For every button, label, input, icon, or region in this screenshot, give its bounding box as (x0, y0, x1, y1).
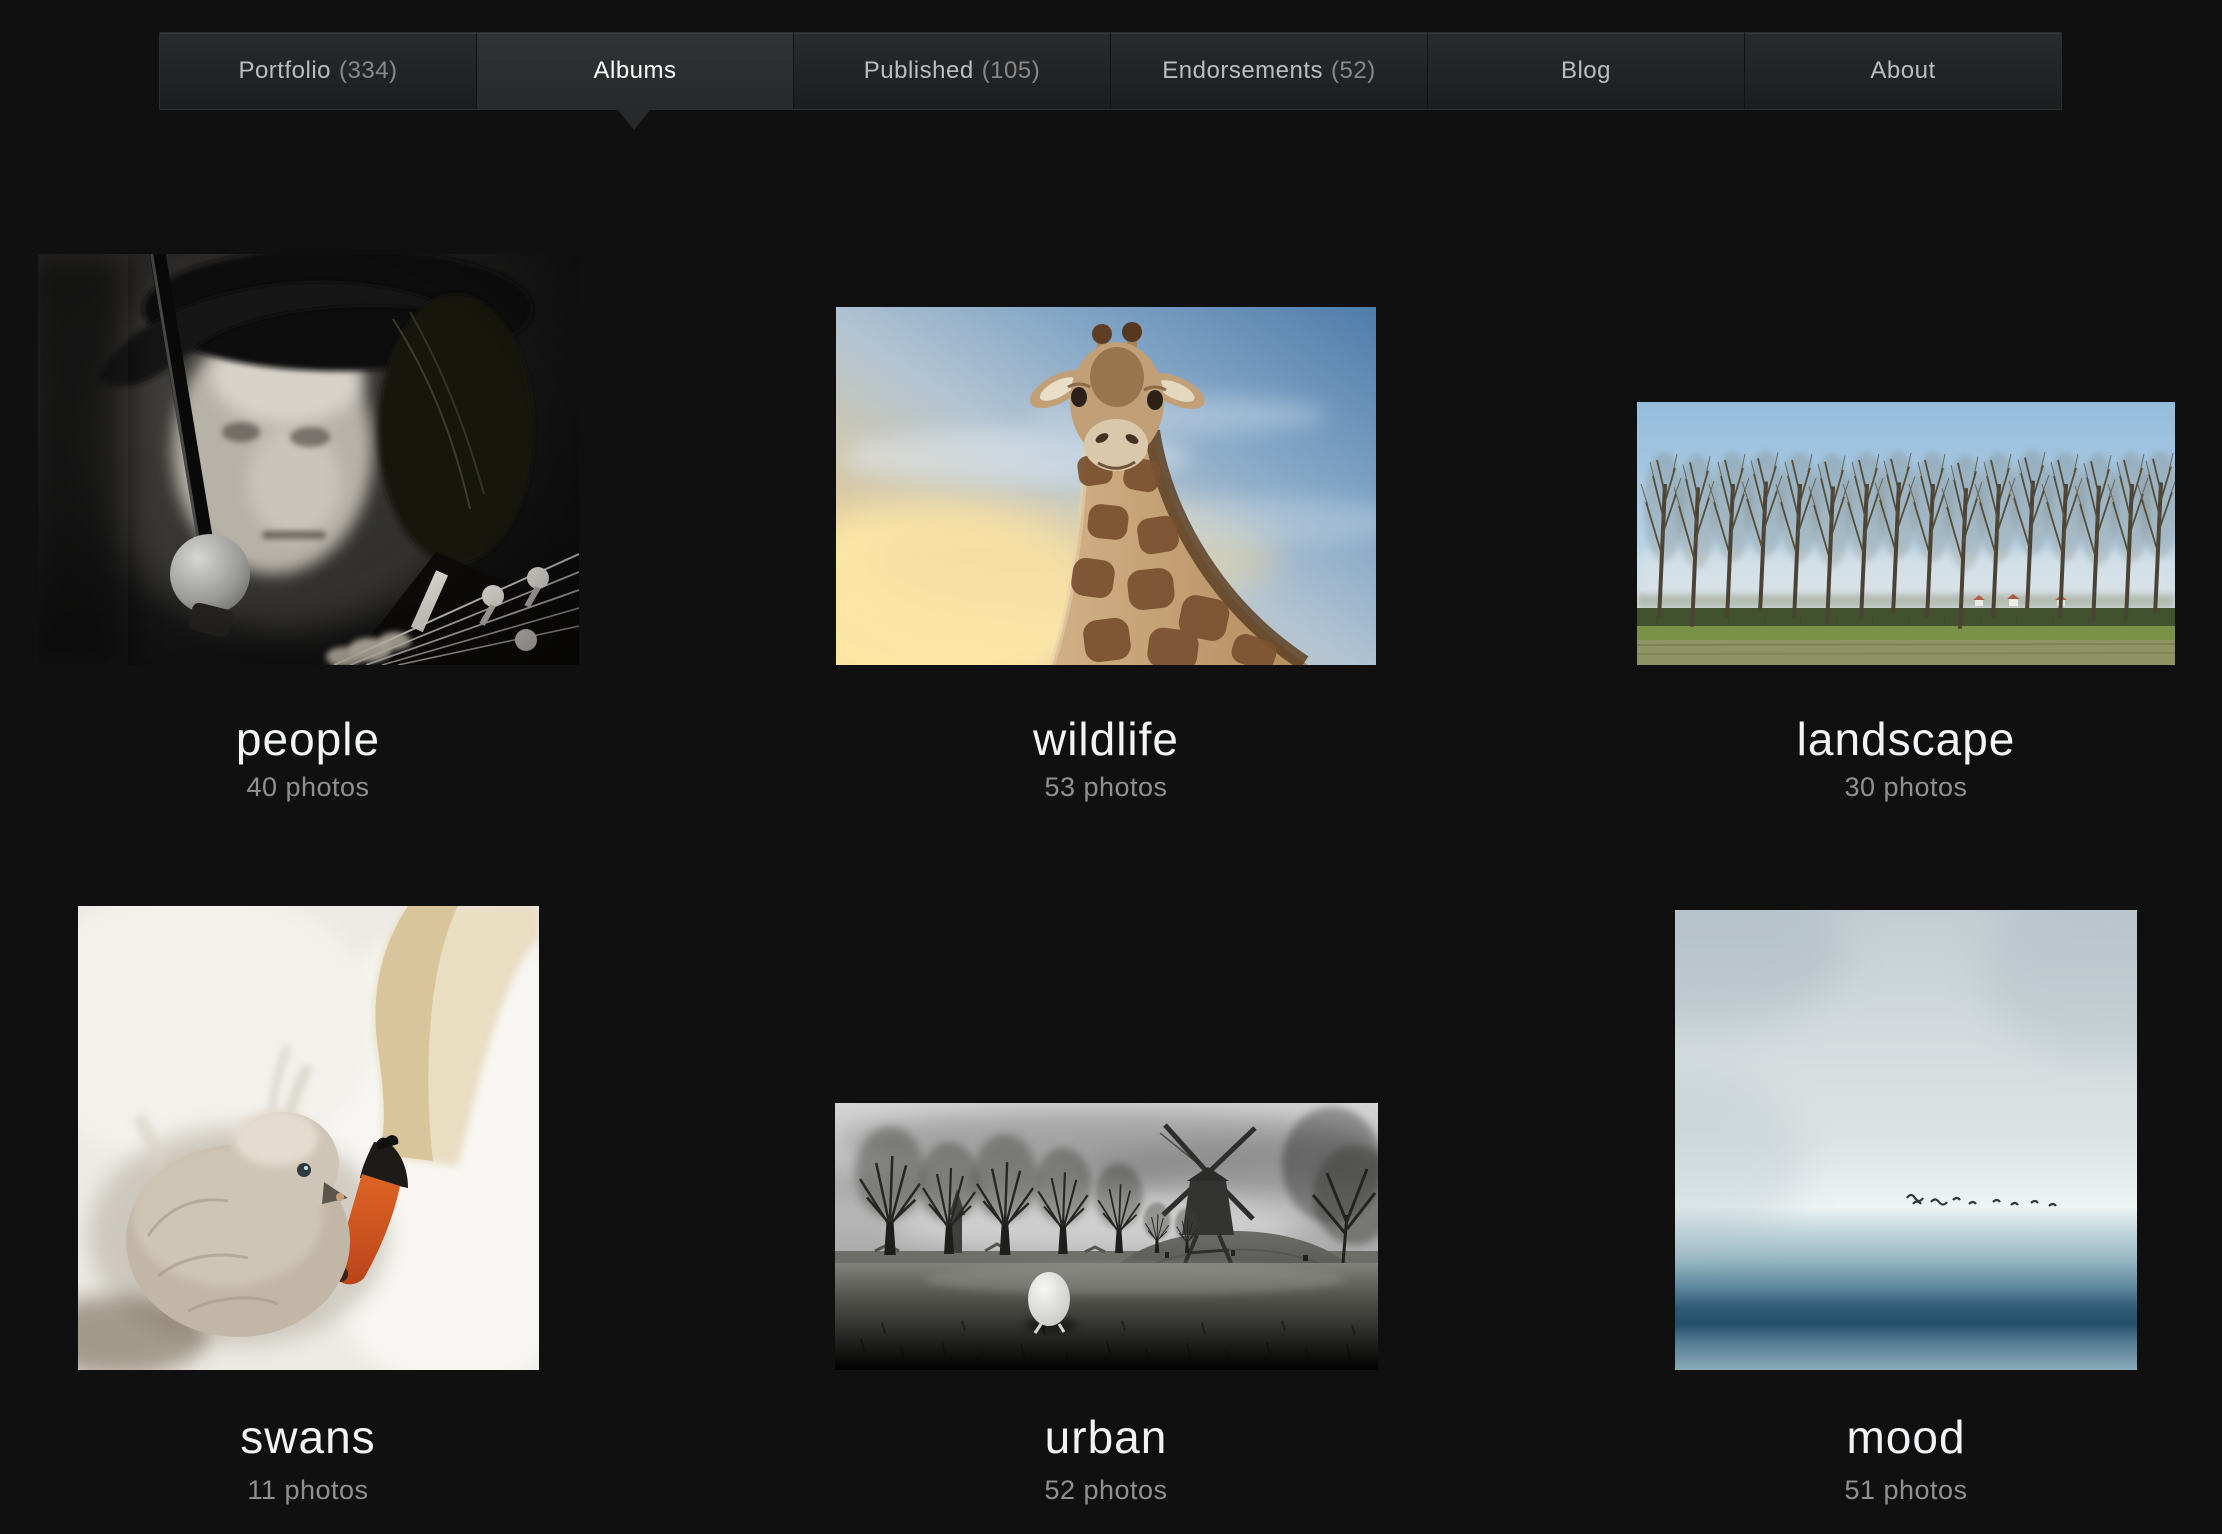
album-count-swans: 11 photos (8, 1473, 608, 1507)
tab-label: Endorsements (1162, 57, 1323, 85)
album-name-urban[interactable]: urban (806, 1410, 1406, 1464)
album-cover-landscape-image (1637, 402, 2175, 665)
album-cover-mood[interactable] (1675, 910, 2137, 1370)
album-name-landscape[interactable]: landscape (1606, 712, 2206, 766)
page: Portfolio (334) Albums Published (105) E… (0, 0, 2222, 1534)
tab-endorsements[interactable]: Endorsements (52) (1111, 33, 1428, 109)
tab-label: Published (864, 57, 974, 85)
album-cover-people-image (38, 254, 579, 665)
album-count-people: 40 photos (8, 770, 608, 804)
album-name-wildlife[interactable]: wildlife (806, 712, 1406, 766)
album-cover-wildlife-image (836, 307, 1376, 665)
album-cover-swans-image (78, 906, 539, 1370)
tab-blog[interactable]: Blog (1428, 33, 1745, 109)
album-cover-mood-image (1675, 910, 2137, 1370)
active-tab-pointer-icon (617, 109, 651, 130)
album-count-mood: 51 photos (1606, 1473, 2206, 1507)
tab-count: (52) (1331, 57, 1376, 85)
tab-bar: Portfolio (334) Albums Published (105) E… (159, 32, 2062, 110)
album-cover-swans[interactable] (78, 906, 539, 1370)
tab-label: Albums (593, 57, 676, 85)
tab-albums[interactable]: Albums (477, 33, 794, 109)
album-cover-landscape[interactable] (1637, 402, 2175, 665)
album-cover-urban[interactable] (835, 1103, 1378, 1370)
album-count-landscape: 30 photos (1606, 770, 2206, 804)
tab-about[interactable]: About (1745, 33, 2061, 109)
album-name-swans[interactable]: swans (8, 1410, 608, 1464)
tab-label: Portfolio (238, 57, 331, 85)
album-cover-people[interactable] (38, 254, 579, 665)
album-name-people[interactable]: people (8, 712, 608, 766)
album-count-wildlife: 53 photos (806, 770, 1406, 804)
tab-count: (334) (339, 57, 398, 85)
tab-count: (105) (982, 57, 1041, 85)
album-cover-wildlife[interactable] (836, 307, 1376, 665)
album-name-mood[interactable]: mood (1606, 1410, 2206, 1464)
album-count-urban: 52 photos (806, 1473, 1406, 1507)
tab-label: About (1870, 57, 1935, 85)
tab-portfolio[interactable]: Portfolio (334) (160, 33, 477, 109)
tab-label: Blog (1561, 57, 1611, 85)
album-cover-urban-image (835, 1103, 1378, 1370)
tab-published[interactable]: Published (105) (794, 33, 1111, 109)
